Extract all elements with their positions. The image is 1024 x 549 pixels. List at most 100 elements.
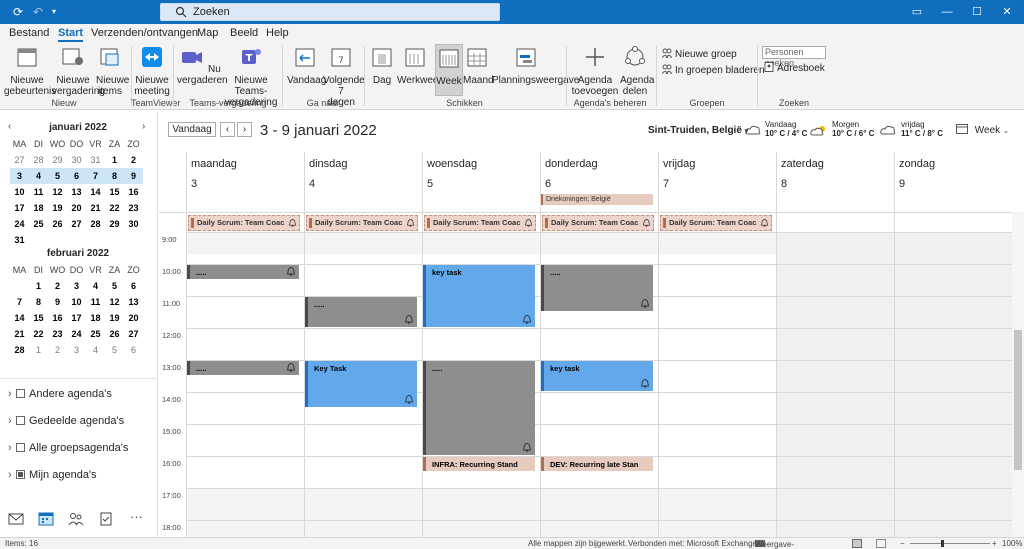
- mini-calendar-day[interactable]: 11: [86, 294, 105, 310]
- mini-calendar-day[interactable]: 27: [124, 326, 143, 342]
- mini-calendar-day[interactable]: 27: [67, 216, 86, 232]
- mini-calendar-day[interactable]: 12: [105, 294, 124, 310]
- mini-calendar-day[interactable]: 6: [124, 342, 143, 358]
- mini-calendar-day[interactable]: 4: [86, 342, 105, 358]
- mini-calendar-day[interactable]: 28: [86, 216, 105, 232]
- mini-calendar-day[interactable]: 30: [67, 152, 86, 168]
- mini-calendar-day[interactable]: 4: [86, 278, 105, 294]
- vertical-scrollbar[interactable]: [1012, 212, 1024, 537]
- calendar-event[interactable]: key task: [541, 361, 653, 391]
- tab-start[interactable]: Start: [58, 27, 84, 42]
- day-header-woensdag[interactable]: woensdag 5: [422, 152, 540, 212]
- quick-access-dropdown-icon[interactable]: ▾: [46, 4, 62, 20]
- scrum-event[interactable]: Daily Scrum: Team Coac: [306, 215, 418, 231]
- scrum-event[interactable]: Daily Scrum: Team Coac: [424, 215, 536, 231]
- maximize-button[interactable]: ☐: [960, 0, 994, 24]
- mini-calendar-day[interactable]: 25: [29, 216, 48, 232]
- mini-calendar-day[interactable]: 17: [10, 200, 29, 216]
- mini-calendar-day[interactable]: 24: [67, 326, 86, 342]
- mini-calendar-day[interactable]: 12: [48, 184, 67, 200]
- mini-calendar-day[interactable]: 21: [10, 326, 29, 342]
- mini-calendar-day[interactable]: 11: [29, 184, 48, 200]
- mini-calendar-day[interactable]: 8: [105, 168, 124, 184]
- normal-view-icon[interactable]: [852, 539, 862, 548]
- scrum-event[interactable]: Daily Scrum: Team Coac: [542, 215, 654, 231]
- mini-calendar-day[interactable]: 21: [86, 200, 105, 216]
- hour-row[interactable]: [186, 520, 1012, 537]
- month-view-button[interactable]: Maand: [463, 44, 494, 86]
- mini-calendar-day[interactable]: 14: [10, 310, 29, 326]
- calendar-event[interactable]: .....: [187, 265, 299, 279]
- people-icon[interactable]: [68, 512, 84, 526]
- calendar-event[interactable]: .....: [423, 361, 535, 455]
- mini-calendar-day[interactable]: 10: [67, 294, 86, 310]
- calendar-event[interactable]: .....: [305, 297, 417, 327]
- hour-row[interactable]: [186, 488, 1012, 520]
- mini-calendar-day[interactable]: 7: [86, 168, 105, 184]
- mini-calendar-day[interactable]: 13: [67, 184, 86, 200]
- mini-calendar-day[interactable]: 3: [67, 278, 86, 294]
- day-header-zondag[interactable]: zondag 9: [894, 152, 1012, 212]
- checkbox[interactable]: [16, 416, 25, 425]
- mini-calendar-day[interactable]: 25: [86, 326, 105, 342]
- undo-icon[interactable]: ↶: [30, 4, 46, 20]
- more-icon[interactable]: ···: [130, 510, 146, 526]
- mini-calendar-day[interactable]: 5: [105, 278, 124, 294]
- mini-calendar-day[interactable]: 18: [86, 310, 105, 326]
- browse-groups-button[interactable]: In groepen bladeren: [662, 64, 765, 76]
- tab-map[interactable]: Map: [197, 27, 218, 39]
- scrum-event[interactable]: Daily Scrum: Team Coac: [660, 215, 772, 231]
- mini-calendar-day[interactable]: 29: [105, 216, 124, 232]
- calendar-event[interactable]: DEV: Recurring late Stan: [541, 457, 653, 471]
- search-box[interactable]: Zoeken: [160, 3, 500, 21]
- mini-calendar-day[interactable]: 27: [10, 152, 29, 168]
- week-view-button[interactable]: Week: [435, 44, 463, 96]
- mini-calendar-day[interactable]: 15: [29, 310, 48, 326]
- mini-calendar-day[interactable]: 13: [124, 294, 143, 310]
- mini-calendar-day[interactable]: 16: [48, 310, 67, 326]
- zoom-in-button[interactable]: +: [992, 539, 997, 548]
- mini-calendar-day[interactable]: 18: [29, 200, 48, 216]
- prev-week-button[interactable]: ‹: [220, 122, 235, 137]
- day-header-dinsdag[interactable]: dinsdag 4: [304, 152, 422, 212]
- calendar-event[interactable]: .....: [541, 265, 653, 311]
- holiday-event[interactable]: Driekoningen; België: [541, 194, 653, 205]
- close-button[interactable]: ✕: [990, 0, 1024, 24]
- scrum-event[interactable]: Daily Scrum: Team Coac: [188, 215, 300, 231]
- view-selector[interactable]: Week ⌄: [956, 124, 1009, 136]
- mini-calendar-day[interactable]: 2: [48, 278, 67, 294]
- mini-calendar-day[interactable]: 19: [105, 310, 124, 326]
- mini-calendar-day[interactable]: 28: [29, 152, 48, 168]
- day-header-maandag[interactable]: maandag 3: [186, 152, 304, 212]
- hour-row[interactable]: [186, 232, 1012, 264]
- mini-calendar-day[interactable]: 4: [29, 168, 48, 184]
- ribbon-display-icon[interactable]: ▭: [900, 0, 934, 24]
- calendar-group-shared[interactable]: › Gedeelde agenda's: [8, 415, 124, 427]
- mini-calendar-day[interactable]: 20: [124, 310, 143, 326]
- mini-calendar-day[interactable]: 31: [86, 152, 105, 168]
- mini-calendar-day[interactable]: 5: [105, 342, 124, 358]
- mini-calendar-day[interactable]: 8: [29, 294, 48, 310]
- mini-calendar-day[interactable]: 23: [48, 326, 67, 342]
- teamviewer-meeting-button[interactable]: Nieuwe meeting: [134, 44, 170, 97]
- mini-calendar-day[interactable]: 20: [67, 200, 86, 216]
- address-book-button[interactable]: Adresboek: [764, 62, 825, 74]
- mini-calendar-day[interactable]: 16: [124, 184, 143, 200]
- mini-calendar-day[interactable]: 19: [48, 200, 67, 216]
- calendar-event[interactable]: INFRA: Recurring Stand: [423, 457, 535, 471]
- mini-calendar-day[interactable]: 1: [29, 342, 48, 358]
- mail-icon[interactable]: [8, 512, 24, 526]
- mini-calendar-day[interactable]: 2: [124, 152, 143, 168]
- sync-icon[interactable]: ⟳: [10, 4, 26, 20]
- mini-calendar-day[interactable]: 6: [124, 278, 143, 294]
- new-group-button[interactable]: Nieuwe groep: [662, 48, 737, 60]
- share-calendar-button[interactable]: Agenda delen: [620, 44, 654, 97]
- hour-row[interactable]: [186, 424, 1012, 456]
- minimize-button[interactable]: —: [930, 0, 964, 24]
- mini-calendar-day[interactable]: 2: [48, 342, 67, 358]
- calendar-group-my[interactable]: › Mijn agenda's: [8, 469, 97, 481]
- tab-bestand[interactable]: Bestand: [9, 27, 49, 39]
- mini-calendar-day[interactable]: 6: [67, 168, 86, 184]
- mini-calendar-day[interactable]: 9: [48, 294, 67, 310]
- calendar-event[interactable]: .....: [187, 361, 299, 375]
